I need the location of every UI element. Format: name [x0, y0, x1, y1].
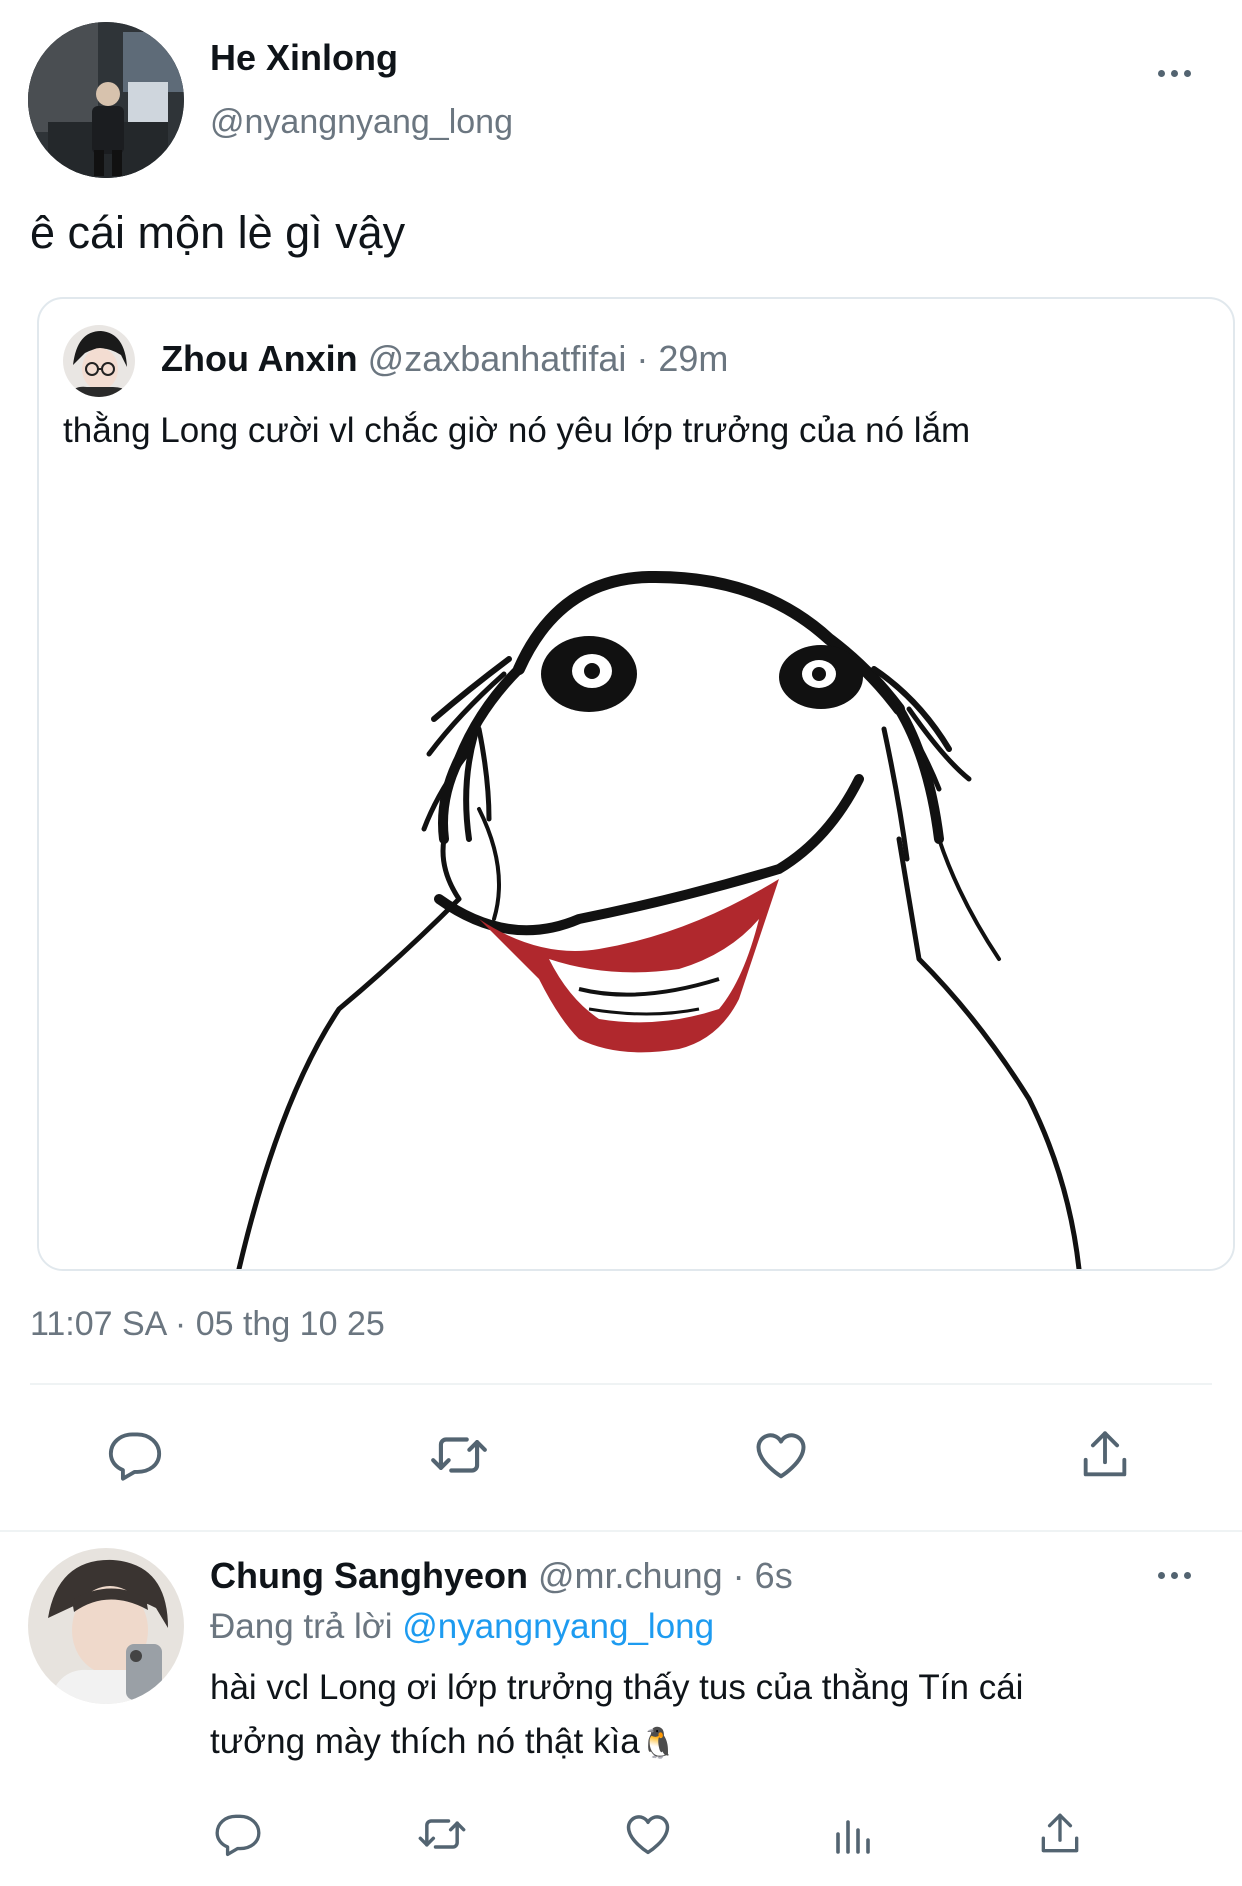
reply-separator: · — [732, 1555, 745, 1596]
divider — [30, 1383, 1212, 1385]
more-dot — [1184, 70, 1191, 77]
more-dot — [1171, 1572, 1178, 1579]
replying-to-label: Đang trả lời — [210, 1607, 393, 1646]
tweet-text: ê cái mộn lè gì vậy — [30, 207, 406, 258]
reply-retweet-button[interactable] — [412, 1804, 472, 1864]
reply-button[interactable] — [100, 1420, 170, 1490]
reply-author-handle[interactable]: @mr.chung — [538, 1555, 723, 1596]
more-dot — [1158, 1572, 1165, 1579]
reply-text-line-2-content: tưởng mày thích nó thật kìa — [210, 1722, 640, 1761]
quoted-tweet-text: thằng Long cười vl chắc giờ nó yêu lớp t… — [63, 411, 971, 450]
author-name[interactable]: He Xinlong — [210, 36, 398, 80]
reply-time: 6s — [754, 1555, 793, 1596]
retweet-button[interactable] — [424, 1420, 494, 1490]
reply-icon — [215, 1814, 261, 1857]
quoted-separator: · — [636, 338, 649, 379]
retweet-icon — [418, 1819, 466, 1849]
quoted-author-avatar-image — [63, 325, 135, 397]
share-button[interactable] — [1070, 1420, 1140, 1490]
quoted-time: 29m — [658, 338, 729, 379]
retweet-icon — [431, 1437, 487, 1473]
quoted-author-handle[interactable]: @zaxbanhatfifai — [368, 338, 627, 379]
section-divider — [0, 1530, 1242, 1532]
more-dot — [1158, 70, 1165, 77]
reply-like-button[interactable] — [618, 1804, 678, 1864]
reply-text-line-2: tưởng mày thích nó thật kìa🐧 — [210, 1718, 677, 1768]
more-options-button[interactable] — [1158, 70, 1191, 77]
more-dot — [1171, 70, 1178, 77]
reply-more-options-button[interactable] — [1158, 1572, 1191, 1579]
reply-text-line-1: hài vcl Long ơi lớp trưởng thấy tus của … — [210, 1668, 1024, 1707]
reply-reply-button[interactable] — [208, 1804, 268, 1864]
author-handle[interactable]: @nyangnyang_long — [210, 100, 513, 144]
quoted-author-name[interactable]: Zhou Anxin — [161, 338, 358, 379]
reply-share-button[interactable] — [1030, 1804, 1090, 1864]
meme-image[interactable] — [39, 539, 1233, 1269]
reply-author-name[interactable]: Chung Sanghyeon — [210, 1555, 528, 1596]
quoted-tweet-card[interactable]: Zhou Anxin @zaxbanhatfifai · 29m thằng L… — [37, 297, 1235, 1271]
share-icon — [1041, 1813, 1079, 1853]
tweet-timestamp[interactable]: 11:07 SA · 05 thg 10 25 — [30, 1302, 385, 1346]
like-button[interactable] — [746, 1420, 816, 1490]
reply-header: Chung Sanghyeon @mr.chung · 6s — [210, 1554, 793, 1598]
heart-icon — [626, 1815, 670, 1855]
replying-to: Đang trả lời @nyangnyang_long — [210, 1604, 714, 1650]
heart-icon — [756, 1433, 806, 1479]
reply-author-avatar[interactable] — [28, 1548, 184, 1704]
author-avatar[interactable] — [28, 22, 184, 178]
quoted-author-avatar — [63, 325, 135, 397]
more-dot — [1184, 1572, 1191, 1579]
author-avatar-image — [28, 22, 184, 178]
reply-author-avatar-image — [28, 1548, 184, 1704]
reply-icon — [108, 1432, 162, 1481]
quoted-header: Zhou Anxin @zaxbanhatfifai · 29m — [161, 337, 728, 381]
share-icon — [1083, 1431, 1127, 1477]
replying-to-handle-link[interactable]: @nyangnyang_long — [402, 1607, 714, 1646]
analytics-icon — [836, 1820, 870, 1854]
reply-views-button[interactable] — [824, 1804, 884, 1864]
penguin-emoji: 🐧 — [639, 1727, 678, 1760]
